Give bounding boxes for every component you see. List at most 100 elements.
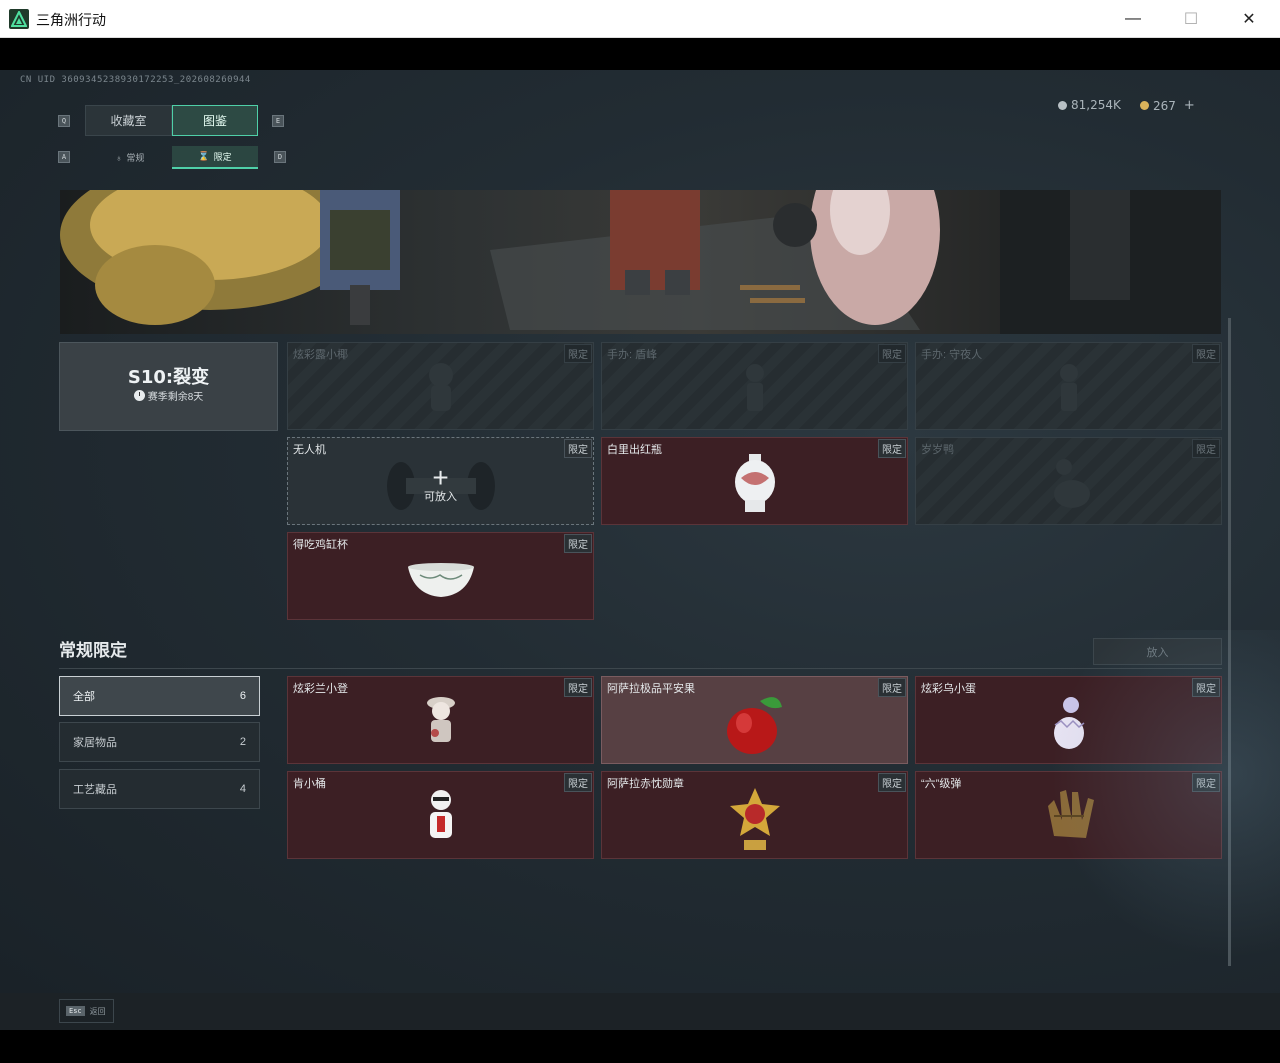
subtab-regular-label: 常规 xyxy=(126,153,145,163)
collection-card[interactable]: “六”级弹 限定 xyxy=(915,771,1222,859)
bowl-icon xyxy=(406,561,476,606)
card-name: “六”级弹 xyxy=(921,778,962,790)
app-logo-icon xyxy=(9,9,29,29)
collection-card[interactable]: 白里出红瓶 限定 xyxy=(601,437,908,525)
collection-screen: CN UID 3609345238930172253_202608260944 … xyxy=(0,70,1280,993)
figurine-icon xyxy=(421,691,461,758)
maximize-button[interactable]: ☐ xyxy=(1162,0,1220,38)
collection-card[interactable]: 炫彩乌小蛋 限定 xyxy=(915,676,1222,764)
egg-icon xyxy=(1049,691,1089,758)
tab-collection-room[interactable]: 收藏室 xyxy=(85,105,172,136)
gold-coin-icon xyxy=(1140,101,1149,110)
back-button[interactable]: Esc 返回 xyxy=(59,999,114,1023)
card-name: 阿萨拉极品平安果 xyxy=(607,683,695,695)
drone-slot-card[interactable]: 无人机 限定 + 可放入 xyxy=(287,437,594,525)
card-name: 炫彩露小椰 xyxy=(293,349,348,361)
figure-icon xyxy=(1049,357,1089,422)
gold-amount: 267 xyxy=(1153,98,1176,113)
card-name: 阿萨拉赤忱勋章 xyxy=(607,778,684,790)
gold-currency: 267 + xyxy=(1140,98,1195,113)
section-divider xyxy=(59,668,1222,669)
filter-label: 全部 xyxy=(73,691,95,703)
season-title: S10:裂变 xyxy=(127,367,210,388)
silver-currency: 81,254K xyxy=(1058,98,1121,112)
card-name: 肯小桶 xyxy=(293,778,326,790)
card-name: 炫彩乌小蛋 xyxy=(921,683,976,695)
season-banner-image xyxy=(60,190,1221,334)
limited-badge: 限定 xyxy=(1192,344,1220,363)
add-currency-button[interactable]: + xyxy=(1184,98,1195,113)
limited-badge: 限定 xyxy=(878,678,906,697)
window-titlebar: 三角洲行动 — ☐ ✕ xyxy=(0,0,1280,38)
back-label: 返回 xyxy=(89,1006,106,1016)
limited-badge: 限定 xyxy=(878,439,906,458)
figure-icon xyxy=(735,357,775,422)
card-name: 手办: 盾峰 xyxy=(607,349,658,361)
limited-badge: 限定 xyxy=(564,534,592,553)
subtab-limited[interactable]: ⌛ 限定 xyxy=(172,146,258,169)
duck-icon xyxy=(1044,452,1094,517)
vase-icon xyxy=(733,452,777,521)
flask-icon: ♁ xyxy=(115,152,123,163)
collection-card[interactable]: 得吃鸡缸杯 限定 xyxy=(287,532,594,620)
card-name: 手办: 守夜人 xyxy=(921,349,983,361)
limited-badge: 限定 xyxy=(564,344,592,363)
minimize-button[interactable]: — xyxy=(1104,0,1162,38)
clock-icon xyxy=(133,390,145,401)
scrollbar[interactable] xyxy=(1228,318,1231,966)
collection-card[interactable]: 阿萨拉赤忱勋章 限定 xyxy=(601,771,908,859)
card-name: 岁岁鸭 xyxy=(921,444,954,456)
key-hint-q: Q xyxy=(58,115,70,127)
collection-card[interactable]: 肯小桶 限定 xyxy=(287,771,594,859)
collection-card[interactable]: 岁岁鸭 限定 xyxy=(915,437,1222,525)
apple-icon xyxy=(724,687,786,762)
limited-badge: 限定 xyxy=(1192,439,1220,458)
window-title: 三角洲行动 xyxy=(36,13,106,29)
card-name: 炫彩兰小登 xyxy=(293,683,348,695)
collection-card[interactable]: 手办: 盾峰 限定 xyxy=(601,342,908,430)
figurine-icon xyxy=(421,786,461,853)
limited-badge: 限定 xyxy=(878,344,906,363)
tab-codex[interactable]: 图鉴 xyxy=(172,105,258,136)
hand-icon xyxy=(1034,786,1104,853)
key-hint-d: D xyxy=(274,151,286,163)
limited-badge: 限定 xyxy=(564,773,592,792)
figure-icon xyxy=(421,357,461,422)
filter-label: 工艺藏品 xyxy=(73,784,117,796)
filter-crafts[interactable]: 工艺藏品 4 xyxy=(59,769,260,809)
place-button[interactable]: 放入 xyxy=(1093,638,1222,665)
filter-all[interactable]: 全部 6 xyxy=(59,676,260,716)
card-name: 无人机 xyxy=(293,444,326,456)
collection-card[interactable]: 炫彩兰小登 限定 xyxy=(287,676,594,764)
season-remaining-text: 赛季剩余8天 xyxy=(147,392,204,403)
limited-badge: 限定 xyxy=(1192,678,1220,697)
filter-label: 家居物品 xyxy=(73,737,117,749)
collection-card[interactable]: 手办: 守夜人 限定 xyxy=(915,342,1222,430)
player-uid: CN UID 3609345238930172253_202608260944 xyxy=(20,75,251,85)
limited-badge: 限定 xyxy=(564,439,592,458)
medal-icon xyxy=(728,786,782,859)
footer-bar: Esc 返回 xyxy=(0,993,1280,1030)
limited-badge: 限定 xyxy=(1192,773,1220,792)
slot-label: 可放入 xyxy=(424,491,457,503)
collection-card[interactable]: 炫彩露小椰 限定 xyxy=(287,342,594,430)
filter-count: 6 xyxy=(239,690,246,702)
key-hint-e: E xyxy=(272,115,284,127)
card-name: 白里出红瓶 xyxy=(607,444,662,456)
silver-amount: 81,254K xyxy=(1071,98,1121,112)
limited-badge: 限定 xyxy=(564,678,592,697)
close-button[interactable]: ✕ xyxy=(1220,0,1278,38)
limited-icon: ⌛ xyxy=(198,151,210,161)
esc-key-icon: Esc xyxy=(66,1006,85,1016)
key-hint-a: A xyxy=(58,151,70,163)
filter-count: 4 xyxy=(239,783,246,795)
subtab-limited-label: 限定 xyxy=(213,152,232,162)
filter-count: 2 xyxy=(239,736,246,748)
section-title: 常规限定 xyxy=(59,641,127,660)
subtab-regular[interactable]: ♁ 常规 xyxy=(88,146,172,169)
bottom-black-band xyxy=(0,1030,1280,1063)
collection-card[interactable]: 阿萨拉极品平安果 限定 xyxy=(601,676,908,764)
filter-home-items[interactable]: 家居物品 2 xyxy=(59,722,260,762)
card-name: 得吃鸡缸杯 xyxy=(293,539,348,551)
season-info-panel: S10:裂变 赛季剩余8天 xyxy=(59,342,278,431)
